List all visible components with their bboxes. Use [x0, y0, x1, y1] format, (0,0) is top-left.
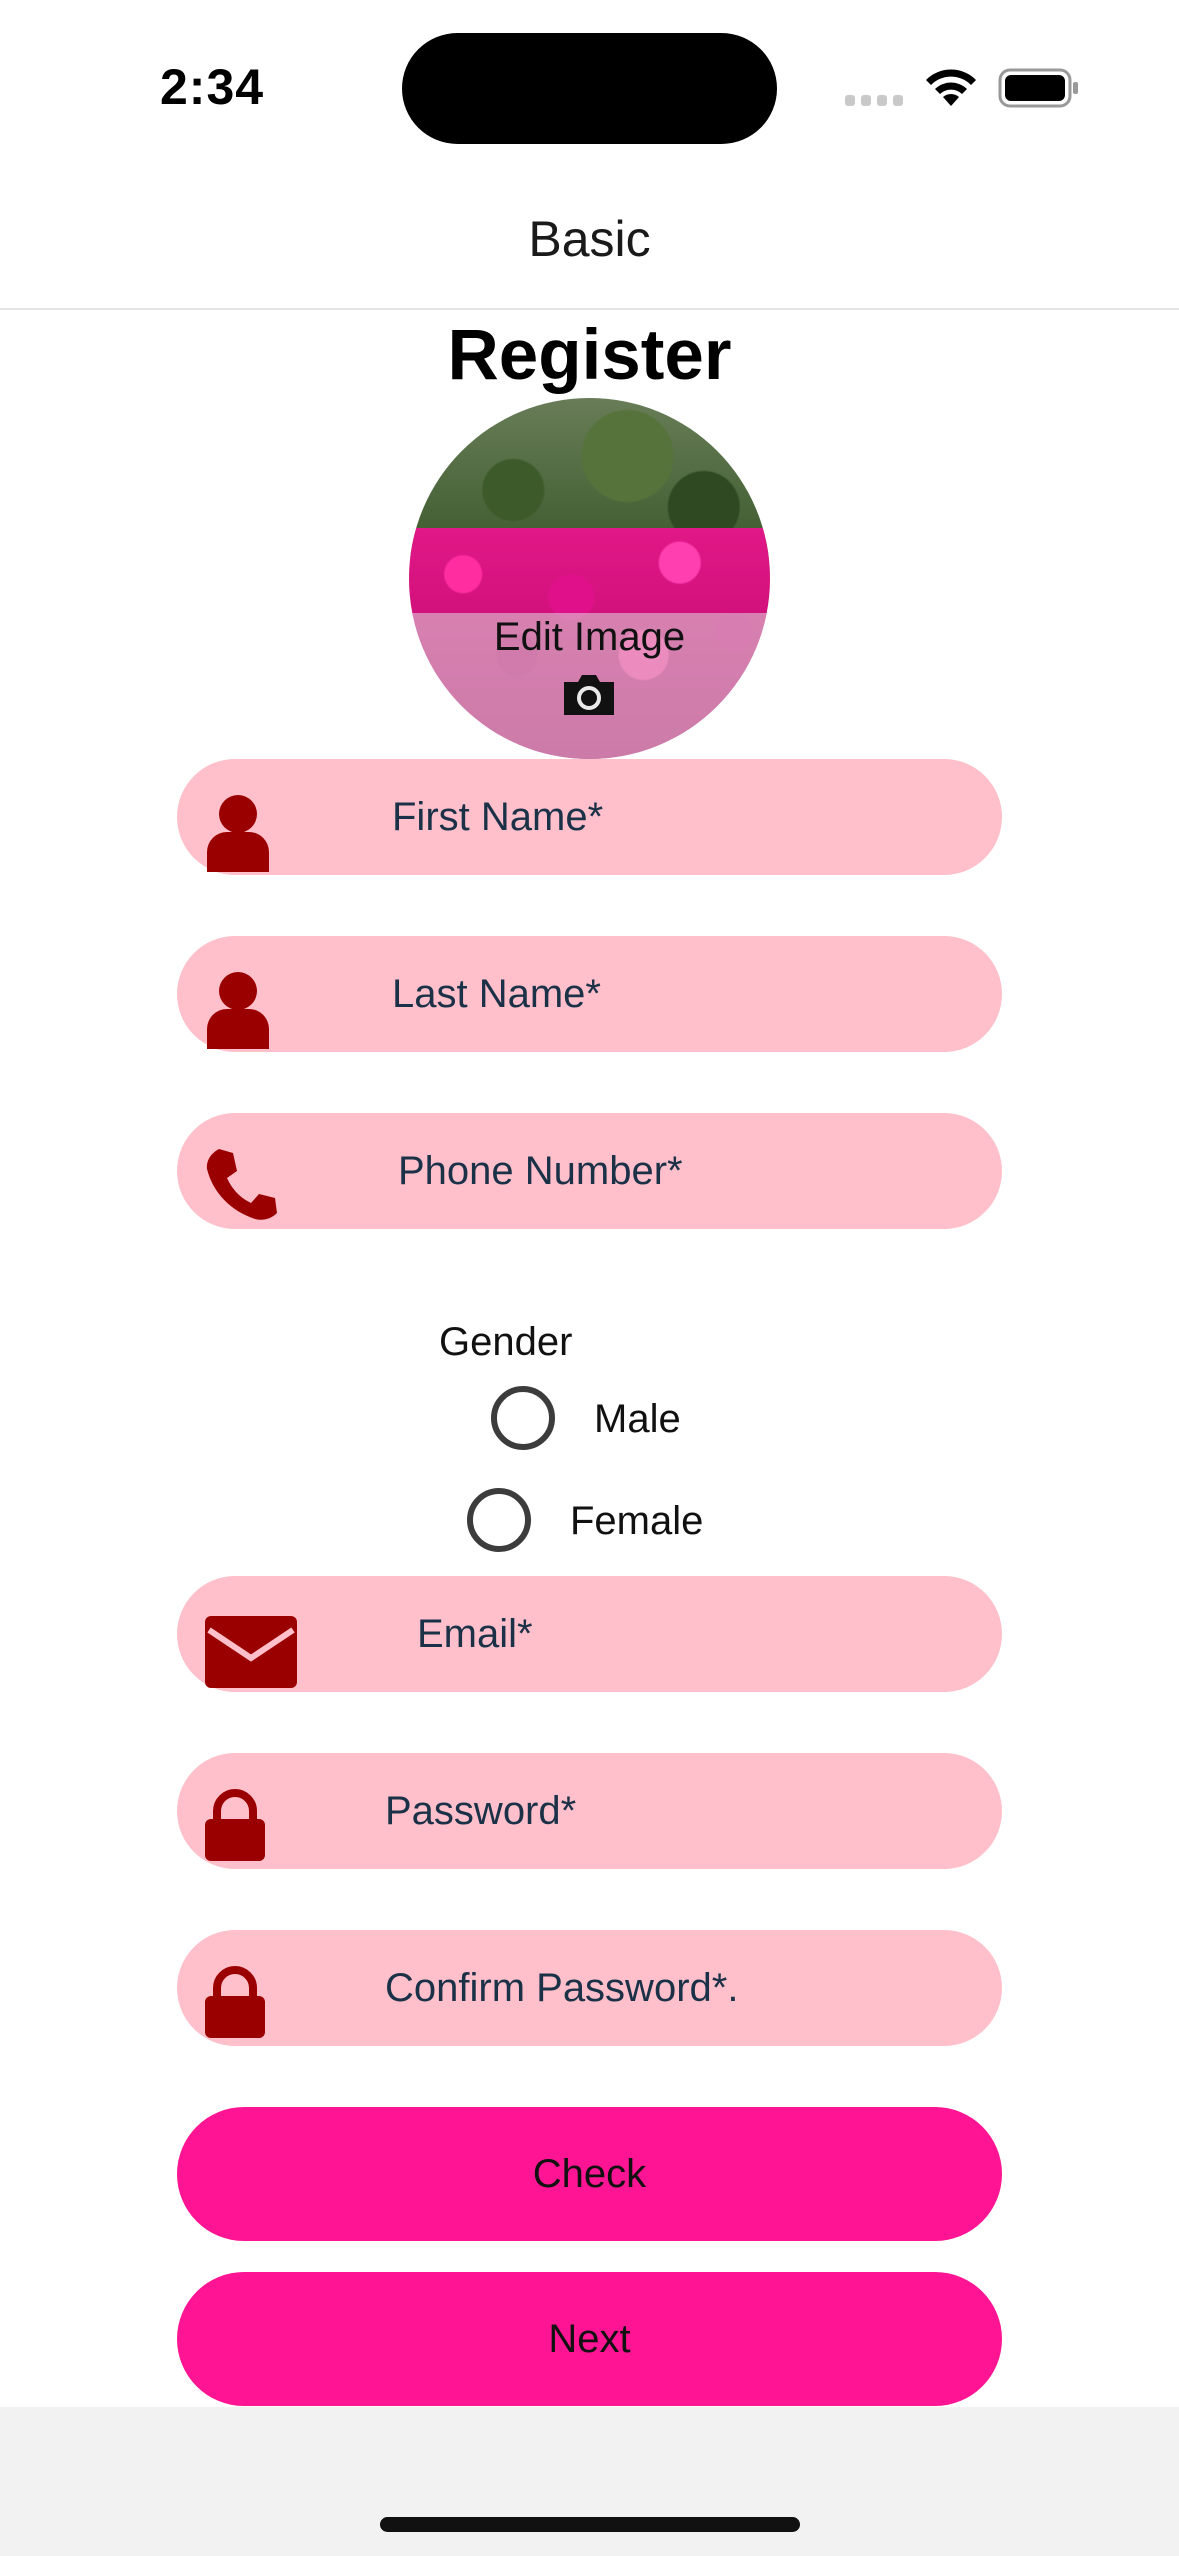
first-name-placeholder: First Name* — [392, 795, 604, 839]
nav-title: Basic — [528, 211, 651, 267]
status-time: 2:34 — [160, 59, 265, 115]
phone-icon — [206, 1149, 277, 1220]
radio-male-label[interactable]: Male — [594, 1397, 681, 1442]
lock-icon — [205, 1966, 265, 2038]
last-name-field[interactable]: Last Name* — [177, 936, 1002, 1052]
home-indicator[interactable] — [380, 2517, 800, 2532]
dynamic-island — [402, 33, 777, 144]
last-name-placeholder: Last Name* — [392, 972, 601, 1016]
bottom-safe-area — [0, 2407, 1179, 2556]
lock-icon — [205, 1789, 265, 1861]
next-button[interactable]: Next — [177, 2272, 1002, 2406]
confirm-password-placeholder: Confirm Password*. — [385, 1966, 739, 2010]
check-button[interactable]: Check — [177, 2107, 1002, 2241]
wifi-icon — [926, 69, 976, 106]
phone-number-field[interactable]: Phone Number* — [177, 1113, 1002, 1229]
email-placeholder: Email* — [417, 1612, 533, 1656]
battery-icon — [998, 68, 1078, 108]
envelope-icon — [205, 1616, 297, 1688]
person-icon — [207, 972, 269, 1049]
phone-number-placeholder: Phone Number* — [398, 1149, 683, 1193]
nav-divider — [0, 308, 1179, 310]
first-name-field[interactable]: First Name* — [177, 759, 1002, 875]
confirm-password-field[interactable]: Confirm Password*. — [177, 1930, 1002, 2046]
password-field[interactable]: Password* — [177, 1753, 1002, 1869]
person-icon — [207, 795, 269, 872]
edit-image-label[interactable]: Edit Image — [409, 615, 770, 660]
password-placeholder: Password* — [385, 1789, 577, 1833]
radio-male[interactable] — [491, 1386, 555, 1450]
radio-female[interactable] — [467, 1488, 531, 1552]
cellular-signal-icon — [845, 95, 903, 107]
page-title: Register — [447, 316, 732, 395]
radio-female-label[interactable]: Female — [570, 1499, 703, 1544]
gender-label: Gender — [439, 1320, 573, 1364]
camera-icon[interactable] — [560, 672, 618, 718]
email-field[interactable]: Email* — [177, 1576, 1002, 1692]
